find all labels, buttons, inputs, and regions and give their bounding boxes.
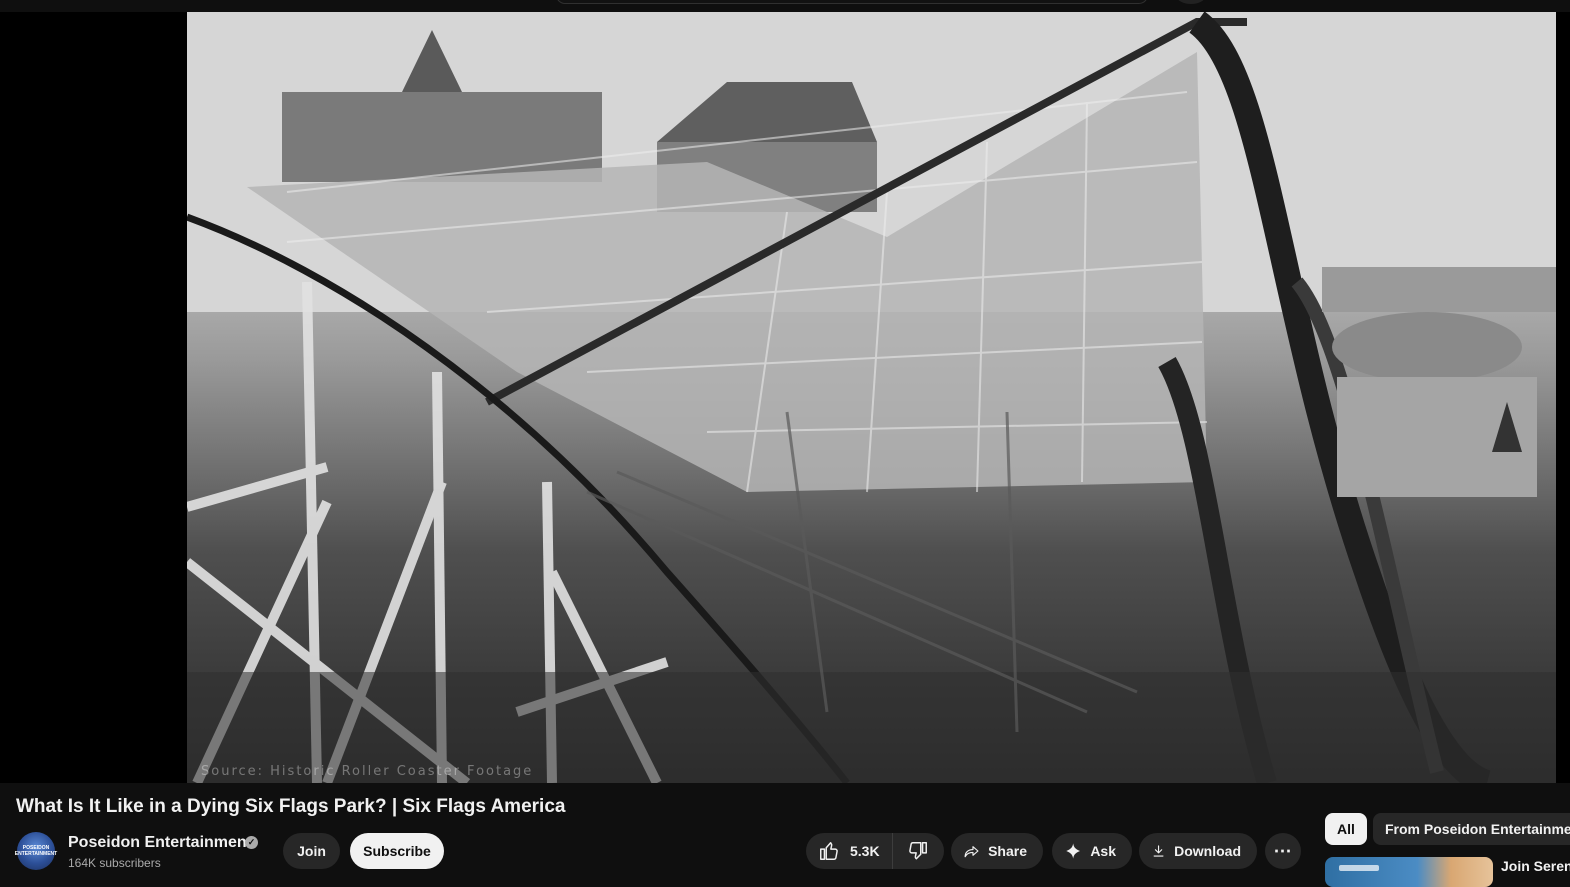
video-frame[interactable]: Source: Historic Roller Coaster Footage bbox=[187, 12, 1556, 783]
subscribe-button[interactable]: Subscribe bbox=[350, 833, 444, 869]
download-icon bbox=[1153, 845, 1164, 857]
recommended-video-thumbnail[interactable] bbox=[1325, 857, 1493, 887]
search-bar[interactable] bbox=[556, 0, 1148, 4]
channel-name[interactable]: Poseidon Entertainment bbox=[68, 834, 252, 852]
subscriber-count: 164K subscribers bbox=[68, 856, 161, 870]
thumbs-down-icon bbox=[909, 842, 927, 860]
filter-chip-all[interactable]: All bbox=[1325, 813, 1367, 845]
like-count: 5.3K bbox=[850, 843, 880, 859]
more-actions-button[interactable]: ⋯ bbox=[1265, 833, 1301, 869]
verified-check-icon: ✓ bbox=[245, 836, 258, 849]
video-watermark: Source: Historic Roller Coaster Footage bbox=[201, 764, 534, 779]
thumbnail-logo bbox=[1339, 865, 1379, 871]
download-button[interactable]: Download bbox=[1139, 833, 1257, 869]
video-title: What Is It Like in a Dying Six Flags Par… bbox=[16, 796, 566, 817]
like-dislike-group: 5.3K bbox=[806, 833, 944, 869]
like-button[interactable]: 5.3K bbox=[806, 833, 893, 869]
filter-chip-from-channel[interactable]: From Poseidon Entertainment bbox=[1373, 813, 1570, 845]
ask-button[interactable]: Ask bbox=[1052, 833, 1132, 869]
share-arrow-icon bbox=[964, 846, 979, 858]
ask-label: Ask bbox=[1090, 843, 1116, 859]
video-player[interactable]: Source: Historic Roller Coaster Footage bbox=[0, 12, 1570, 783]
sparkle-icon bbox=[1066, 843, 1081, 859]
join-button[interactable]: Join bbox=[283, 833, 340, 869]
dislike-button[interactable] bbox=[893, 833, 943, 869]
channel-avatar[interactable]: POSEIDON ENTERTAINMENT bbox=[15, 832, 57, 870]
download-label: Download bbox=[1174, 843, 1241, 859]
masthead-strip bbox=[0, 0, 1570, 12]
roller-coaster-scene bbox=[187, 12, 1556, 783]
share-button[interactable]: Share bbox=[951, 833, 1043, 869]
share-label: Share bbox=[988, 843, 1027, 859]
voice-search-button[interactable] bbox=[1176, 0, 1206, 4]
recommended-video-title[interactable]: Join Seren bbox=[1501, 858, 1570, 874]
thumbs-up-icon bbox=[820, 842, 838, 860]
